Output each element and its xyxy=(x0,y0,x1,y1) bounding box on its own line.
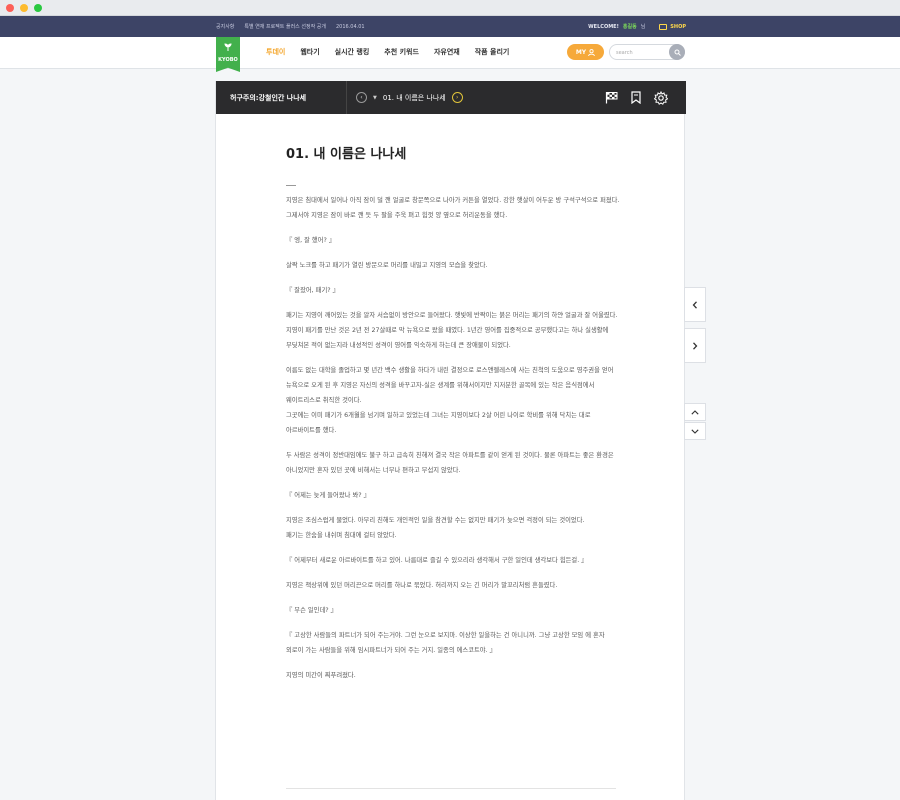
search-icon xyxy=(674,49,681,56)
paragraph: 『 잘잤어, 패기? 』 xyxy=(286,287,339,294)
chevron-left-icon xyxy=(692,300,697,309)
window-chrome xyxy=(0,0,900,16)
nav-realtime-ranking[interactable]: 실시간 랭킹 xyxy=(335,47,370,57)
nav-webtagi[interactable]: 웹타기 xyxy=(300,47,319,57)
episode-selector[interactable]: 01. 내 이름은 나나세 xyxy=(383,93,446,103)
nav-free-serial[interactable]: 자유연재 xyxy=(434,47,460,57)
toolbar-divider xyxy=(346,81,347,114)
paragraph: 『 엥, 잘 했어? 』 xyxy=(286,237,336,244)
shop-label: SHOP xyxy=(670,23,686,30)
notice-headline[interactable]: 특별 연재 프로젝트 플러스 선정작 공개 xyxy=(244,23,326,30)
logo-text: KYOBO xyxy=(218,57,238,63)
paragraph: 『 무슨 일인데? 』 xyxy=(286,607,337,614)
chevron-right-icon xyxy=(693,341,698,350)
user-name[interactable]: 홍길동 xyxy=(623,23,637,30)
maximize-window-button[interactable] xyxy=(34,4,42,12)
paragraph: 두 사람은 성격이 정반대임에도 불구 하고 급속히 친해져 결국 작은 아파트… xyxy=(286,452,614,474)
cart-icon xyxy=(659,23,668,30)
content-bottom-divider xyxy=(286,788,616,789)
notice-link[interactable]: 공지사항 xyxy=(216,23,234,30)
my-label: MY xyxy=(575,48,587,56)
welcome-text: WELCOME! xyxy=(588,23,619,30)
close-window-button[interactable] xyxy=(6,4,14,12)
reader-tools xyxy=(605,81,668,114)
nav-today[interactable]: 투데이 xyxy=(266,47,285,57)
user-suffix: 님 xyxy=(640,24,646,30)
paragraph: 지영은 조심스럽게 물었다. 아무리 친해도 개인적인 일을 참견할 수는 없지… xyxy=(286,517,585,539)
main-nav: 투데이 웹타기 실시간 랭킹 추천 키워드 자유연재 작품 올리기 xyxy=(266,37,509,67)
scroll-down-button[interactable] xyxy=(684,422,706,440)
scroll-up-button[interactable] xyxy=(684,403,706,421)
site-header: KYOBO 투데이 웹타기 실시간 랭킹 추천 키워드 자유연재 작품 올리기 … xyxy=(0,37,900,72)
paragraph: 이름도 없는 대학을 졸업하고 몇 년간 백수 생활을 하다가 내린 결정으로 … xyxy=(286,367,614,434)
prev-page-button[interactable] xyxy=(684,287,706,322)
notice-date: 2016.04.01 xyxy=(335,23,365,30)
paragraph: 패기는 지영이 깨어있는 것을 알자 서슴없이 방안으로 들어왔다. 햇빛에 반… xyxy=(286,312,618,349)
episode-dropdown-caret-icon[interactable]: ▼ xyxy=(373,95,377,101)
reader-panel: 허구주의:강철인간 나나세 ‹ ▼ 01. 내 이름은 나나세 › 01. 내 … xyxy=(215,81,686,800)
paragraph: 지영의 미간이 찌푸려졌다. xyxy=(286,672,356,679)
paragraph: 『 어제는 늦게 들어왔나 봐? 』 xyxy=(286,492,370,499)
episode-body: 지영은 침대에서 일어나 아직 잠이 덜 깬 얼굴로 창문쪽으로 나아가 커튼을… xyxy=(286,193,620,683)
minimize-window-button[interactable] xyxy=(20,4,28,12)
notice-bar: 공지사항 특별 연재 프로젝트 플러스 선정작 공개 2016.04.01 WE… xyxy=(0,16,900,37)
kyobo-logo[interactable]: KYOBO xyxy=(216,37,240,72)
reader-toolbar: 허구주의:강철인간 나나세 ‹ ▼ 01. 내 이름은 나나세 › xyxy=(216,81,686,114)
nav-upload-work[interactable]: 작품 올리기 xyxy=(475,47,510,57)
chevron-up-icon xyxy=(691,409,699,415)
bookmark-icon[interactable] xyxy=(630,91,642,104)
paragraph: 『 어제부터 새로운 아르바이트를 하고 있어. 나름대로 즐길 수 있으리라 … xyxy=(286,557,588,564)
next-episode-button[interactable]: › xyxy=(451,92,463,103)
episode-nav: ‹ ▼ 01. 내 이름은 나나세 › xyxy=(356,81,463,114)
episode-content: 01. 내 이름은 나나세 지영은 침대에서 일어나 아직 잠이 덜 깬 얼굴로… xyxy=(286,143,620,693)
search-input[interactable] xyxy=(616,48,666,57)
search-box xyxy=(609,44,685,60)
title-divider xyxy=(286,185,296,186)
my-button[interactable]: MY xyxy=(567,44,604,60)
sprout-icon xyxy=(224,43,232,51)
chevron-down-icon xyxy=(691,428,699,434)
paragraph: 지영은 침대에서 일어나 아직 잠이 덜 깬 얼굴로 창문쪽으로 나아가 커튼을… xyxy=(286,197,620,219)
prev-episode-button[interactable]: ‹ xyxy=(356,92,367,103)
next-page-button[interactable] xyxy=(684,328,706,363)
work-title[interactable]: 허구주의:강철인간 나나세 xyxy=(230,81,306,114)
paragraph: 살짝 노크를 하고 패기가 열린 방문으로 머리를 내밀고 지영의 모습을 찾았… xyxy=(286,262,488,269)
gear-icon[interactable] xyxy=(654,90,668,105)
search-button[interactable] xyxy=(669,44,685,60)
checkered-flag-icon[interactable] xyxy=(605,91,618,104)
shop-link[interactable]: SHOP xyxy=(659,23,686,30)
paragraph: 지영은 책상위에 있던 머리끈으로 머리를 하나로 묶었다. 허리까지 오는 긴… xyxy=(286,582,558,589)
paragraph: 『 고상한 사람들의 파트너가 되어 주는거야. 그런 눈으로 보지마. 이상한… xyxy=(286,632,605,654)
user-icon xyxy=(588,48,596,56)
nav-recommended-keywords[interactable]: 추천 키워드 xyxy=(384,47,419,57)
episode-title: 01. 내 이름은 나나세 xyxy=(286,147,407,162)
